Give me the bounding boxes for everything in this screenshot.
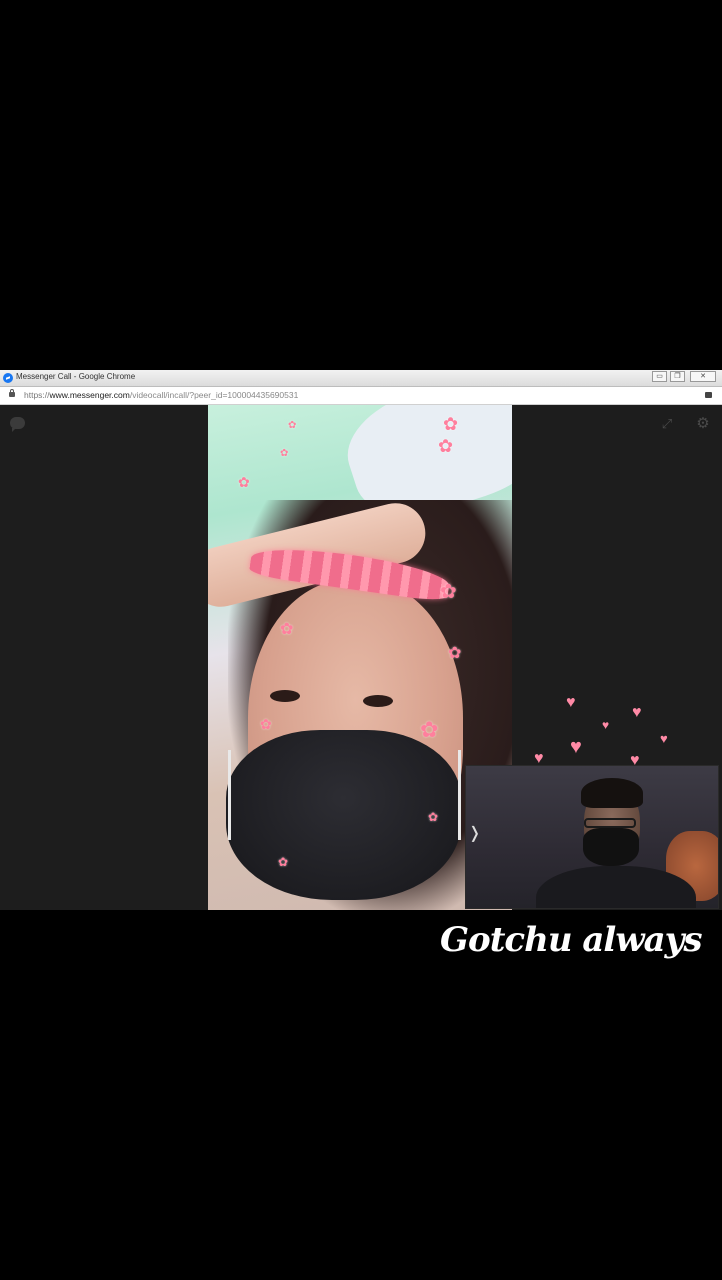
cast-icon[interactable]: [705, 392, 712, 398]
lock-icon[interactable]: [9, 389, 15, 397]
eye-image: [363, 695, 393, 707]
address-bar[interactable]: https://www.messenger.com/videocall/inca…: [0, 387, 722, 405]
minimize-button[interactable]: ▭: [652, 371, 667, 382]
call-area: ⤢ ⚙ ✿ ✿ ✿ ✿ ✿ ✿ ✿ ✿ ✿ ✿ ✿ ✿ ♥ ♥ ♥ ♥ ♥ ♥ …: [0, 405, 722, 910]
heart-icon: ♥: [632, 704, 642, 721]
screenshot-root: Messenger Call - Google Chrome ▭ ❐ ✕ htt…: [0, 0, 722, 1280]
flower-sticker-icon: ✿: [280, 621, 294, 638]
face-mask-image: [226, 730, 461, 900]
settings-icon[interactable]: ⚙: [695, 416, 711, 432]
flower-sticker-icon: ✿: [238, 474, 250, 490]
flower-sticker-icon: ✿: [288, 420, 297, 431]
flower-sticker-icon: ✿: [420, 717, 439, 742]
earphone-cable: [458, 750, 461, 840]
url-text[interactable]: https://www.messenger.com/videocall/inca…: [24, 390, 298, 400]
close-button[interactable]: ✕: [690, 371, 716, 382]
collapse-toggle-icon[interactable]: ❭: [468, 826, 481, 842]
glasses-image: [584, 818, 636, 828]
eye-image: [270, 690, 300, 702]
flower-sticker-icon: ✿: [438, 436, 454, 456]
face-mask-image: [583, 828, 639, 866]
flower-sticker-icon: ✿: [448, 645, 462, 662]
restore-button[interactable]: ❐: [670, 371, 685, 382]
url-host: www.messenger.com: [49, 390, 130, 400]
chat-icon[interactable]: [10, 417, 25, 432]
heart-icon: ♥: [602, 718, 610, 732]
title-bar: Messenger Call - Google Chrome ▭ ❐ ✕: [0, 370, 722, 387]
flower-sticker-icon: ✿: [440, 581, 457, 603]
earphone-cable: [228, 750, 231, 840]
flower-sticker-icon: ✿: [280, 448, 289, 459]
url-path: /videocall/incall/?peer_id=1000044356905…: [129, 390, 299, 400]
self-video-preview[interactable]: ❭: [465, 765, 719, 909]
heart-icon: ♥: [566, 694, 576, 711]
window-title: Messenger Call - Google Chrome: [16, 372, 136, 381]
heart-icon: ♥: [570, 736, 582, 758]
flower-sticker-icon: ✿: [428, 810, 439, 824]
messenger-icon: [3, 373, 13, 383]
flower-sticker-icon: ✿: [278, 855, 289, 869]
heart-icon: ♥: [660, 731, 668, 746]
flower-sticker-icon: ✿: [260, 716, 272, 732]
flower-sticker-icon: ✿: [443, 414, 459, 434]
url-scheme: https://: [24, 390, 50, 400]
caption-text: Gotchu always: [440, 920, 703, 960]
hair-image: [581, 778, 643, 808]
hearts-filter: ♥ ♥ ♥ ♥ ♥ ♥ ♥: [530, 695, 690, 775]
expand-icon[interactable]: ⤢: [660, 417, 674, 431]
chrome-window: Messenger Call - Google Chrome ▭ ❐ ✕ htt…: [0, 370, 722, 910]
